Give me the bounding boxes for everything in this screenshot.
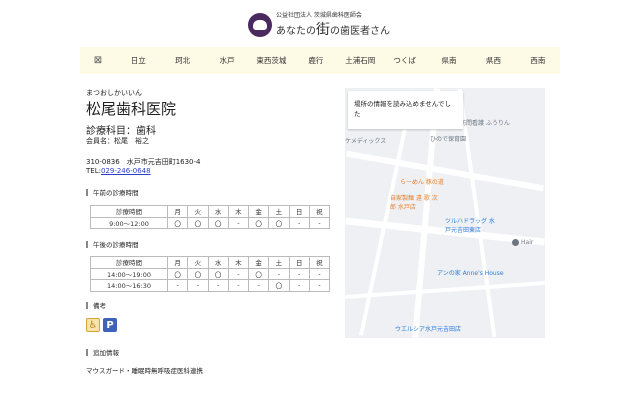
map-label: 訪問看護 ふうりん: [460, 120, 510, 127]
day-header: 土: [268, 205, 290, 218]
availability-cell: 〇: [166, 267, 189, 280]
availability-cell: 〇: [247, 267, 270, 280]
map-pin-icon: [512, 239, 519, 246]
map-label: ケメディックス: [345, 138, 387, 145]
pm-hours-table: 診療時間月火水木金土日祝 14:00〜19:00 〇〇〇 - 〇 - - -14:00〜16:…: [90, 256, 331, 292]
wheelchair-icon: ♿: [86, 318, 100, 332]
day-header: 火: [187, 256, 209, 269]
availability-cell: 〇: [268, 216, 290, 229]
facility-icons: ♿ P: [86, 318, 117, 332]
availability-cell: -: [247, 279, 270, 292]
day-header: 木: [227, 256, 250, 269]
availability-cell: -: [308, 267, 331, 280]
nav-item[interactable]: 珂北: [160, 55, 204, 66]
nav-item[interactable]: 西南: [516, 55, 560, 66]
org-name: 公益社団法人 茨城県歯科医師会: [276, 12, 362, 19]
extra-title: 追加情報: [86, 347, 119, 357]
availability-cell: 〇: [207, 267, 229, 280]
availability-cell: -: [227, 216, 250, 229]
time-cell: 14:00〜16:30: [90, 279, 168, 292]
nav-item[interactable]: 東西茨城: [249, 55, 293, 66]
day-header: 日: [288, 205, 310, 218]
clinic-subject: 診療科目：歯科: [86, 126, 156, 137]
region-nav: ⊠ 日立 珂北 水戸 東西茨城 鹿行 土浦石岡 つくば 県南 県西 西南: [80, 47, 560, 74]
map-label: 自家製麺 遠 歌 次郎 水戸店: [390, 195, 438, 211]
map[interactable]: 訪問看護 ふうりん ひので保育園 ケメディックス らーめん 豚の道 自家製麺 遠…: [345, 88, 545, 338]
nav-item[interactable]: 水戸: [205, 55, 249, 66]
extra-text: マウスガード・睡眠時無呼吸症医科連携: [86, 367, 203, 375]
notes-title: 備考: [86, 300, 106, 310]
day-header: 水: [207, 205, 229, 218]
availability-cell: -: [288, 216, 310, 229]
availability-cell: 〇: [187, 216, 209, 229]
day-header: 月: [166, 256, 189, 269]
pm-hours-title: 午後の診療時間: [86, 239, 139, 249]
header-cell: 診療時間: [90, 205, 168, 218]
clinic-name: 松尾歯科医院: [86, 100, 177, 118]
nav-item[interactable]: 県南: [427, 55, 471, 66]
availability-cell: -: [268, 267, 290, 280]
availability-cell: -: [166, 279, 189, 292]
clinic-address: 310-0836 水戸市元吉田町1630-4: [86, 158, 201, 166]
map-label: らーめん 豚の道: [400, 179, 444, 186]
clinic-kana: まつおしかいいん: [86, 89, 142, 97]
tel-link[interactable]: 029-246-0648: [101, 167, 151, 175]
day-header: 火: [187, 205, 209, 218]
map-label: ひので保育園: [430, 136, 467, 143]
site-logo[interactable]: 公益社団法人 茨城県歯科医師会 あなたの街の歯医者さん: [248, 10, 390, 39]
am-hours-table: 診療時間月火水木金土日祝 9:00〜12:00 〇〇〇 - 〇〇 - -: [90, 205, 331, 229]
availability-cell: -: [227, 267, 250, 280]
table-header-row: 診療時間月火水木金土日祝: [90, 256, 331, 269]
availability-cell: 〇: [268, 279, 290, 292]
nav-item[interactable]: 土浦石岡: [338, 55, 382, 66]
day-header: 月: [166, 205, 189, 218]
day-header: 水: [207, 256, 229, 269]
day-header: 土: [268, 256, 290, 269]
time-cell: 9:00〜12:00: [90, 216, 168, 229]
day-header: 金: [247, 205, 270, 218]
map-grid-icon[interactable]: ⊠: [80, 55, 116, 66]
map-label: Hair: [521, 239, 534, 246]
availability-cell: 〇: [207, 216, 229, 229]
time-cell: 14:00〜19:00: [90, 267, 168, 280]
day-header: 木: [227, 205, 250, 218]
nav-item[interactable]: 県西: [471, 55, 515, 66]
day-header: 日: [288, 256, 310, 269]
availability-cell: -: [288, 279, 310, 292]
day-header: 金: [247, 256, 270, 269]
map-label: ツルハドラッグ 水戸元吉田東店: [445, 218, 495, 234]
nav-item[interactable]: 鹿行: [294, 55, 338, 66]
map-label: ウエルシア水戸元吉田店: [395, 326, 462, 333]
table-row: 9:00〜12:00 〇〇〇 - 〇〇 - -: [90, 216, 331, 229]
availability-cell: -: [288, 267, 310, 280]
clinic-tel: TEL:029-246-0648: [86, 167, 151, 175]
parking-icon: P: [103, 318, 117, 332]
nav-item[interactable]: つくば: [382, 55, 426, 66]
table-row: 14:00〜16:30- - - - - 〇 - -: [90, 279, 331, 292]
availability-cell: -: [227, 279, 250, 292]
availability-cell: -: [308, 216, 331, 229]
map-error-message: 場所の情報を読み込めませんでした: [348, 91, 463, 129]
availability-cell: -: [187, 279, 209, 292]
availability-cell: -: [207, 279, 229, 292]
am-hours-title: 午前の診療時間: [86, 187, 139, 197]
header-cell: 診療時間: [90, 256, 168, 269]
tagline: あなたの街の歯医者さん: [276, 22, 390, 38]
table-row: 14:00〜19:00 〇〇〇 - 〇 - - -: [90, 267, 331, 280]
logo-mark: [248, 12, 272, 37]
availability-cell: 〇: [166, 216, 189, 229]
day-header: 祝: [308, 205, 331, 218]
map-label: アンの家 Anne's House: [437, 270, 504, 277]
table-header-row: 診療時間月火水木金土日祝: [90, 205, 331, 218]
day-header: 祝: [308, 256, 331, 269]
availability-cell: -: [308, 279, 331, 292]
nav-item[interactable]: 日立: [116, 55, 160, 66]
availability-cell: 〇: [187, 267, 209, 280]
availability-cell: 〇: [247, 216, 270, 229]
member-name: 会員名：松尾 裕之: [86, 137, 149, 145]
